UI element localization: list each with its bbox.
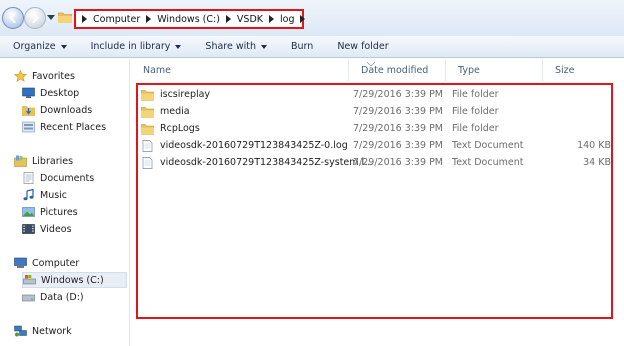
column-header-date-modified[interactable]: Date modified: [349, 59, 446, 81]
text-document-icon: [142, 139, 153, 152]
file-date: 7/29/2016 3:39 PM: [353, 89, 444, 100]
file-type: File folder: [452, 123, 499, 134]
back-arrow-icon: [8, 12, 16, 24]
file-row[interactable]: iscsireplay 7/29/2016 3:39 PM File folde…: [141, 86, 611, 103]
file-name: media: [160, 106, 190, 117]
nav-label: Windows (C:): [41, 274, 104, 286]
breadcrumb-computer[interactable]: Computer: [93, 14, 140, 25]
file-row[interactable]: videosdk-20160729T123843425Z-0.log 7/29/…: [141, 137, 611, 154]
nav-label: Computer: [32, 257, 80, 269]
column-header-type[interactable]: Type: [446, 59, 543, 81]
nav-label: Libraries: [32, 155, 74, 167]
chevron-down-icon: [175, 44, 182, 49]
nav-label: Downloads: [40, 104, 93, 116]
documents-icon: [23, 172, 34, 184]
file-date: 7/29/2016 3:39 PM: [353, 140, 444, 151]
file-type: Text Document: [452, 157, 524, 168]
file-name: videosdk-20160729T123843425Z-0.log: [160, 140, 348, 151]
file-type: Text Document: [452, 140, 524, 151]
drive-c-icon: [23, 275, 36, 285]
file-row[interactable]: videosdk-20160729T123843425Z-system.l...…: [141, 154, 611, 171]
pictures-icon: [22, 207, 35, 217]
share-with-label: Share with: [205, 41, 257, 52]
nav-label: Data (D:): [40, 291, 84, 303]
file-date: 7/29/2016 3:39 PM: [353, 157, 444, 168]
new-folder-button[interactable]: New folder: [337, 41, 388, 52]
file-date: 7/29/2016 3:39 PM: [353, 123, 444, 134]
file-date: 7/29/2016 3:39 PM: [353, 106, 444, 117]
nav-label: Network: [32, 325, 72, 337]
file-list-pane: Name Date modified Type Size iscsireplay…: [131, 59, 624, 346]
forward-arrow-icon: [32, 12, 40, 24]
address-bar-row: Computer Windows (C:) VSDK log: [0, 0, 624, 36]
libraries-icon: [14, 155, 27, 167]
nav-label: Recent Places: [40, 121, 107, 133]
forward-button[interactable]: [24, 7, 46, 29]
nav-network[interactable]: Network: [14, 323, 142, 339]
file-name: RcpLogs: [160, 123, 200, 134]
videos-icon: [22, 224, 35, 234]
file-size: 140 KB: [577, 140, 611, 151]
text-document-icon: [142, 156, 153, 169]
breadcrumb-chevron-icon[interactable]: [300, 15, 306, 23]
star-icon: [14, 70, 27, 82]
desktop-icon: [22, 87, 35, 98]
nav-label: Favorites: [32, 70, 75, 82]
file-name: videosdk-20160729T123843425Z-system.l...: [160, 157, 374, 168]
column-header-label: Size: [555, 64, 575, 76]
nav-label: Pictures: [40, 206, 78, 218]
folder-icon: [141, 123, 154, 135]
chevron-down-icon: [60, 44, 67, 49]
breadcrumb-windows-c[interactable]: Windows (C:): [157, 14, 220, 25]
breadcrumb-vsdk[interactable]: VSDK: [237, 14, 263, 25]
network-icon: [14, 325, 27, 337]
column-header-label: Name: [143, 64, 172, 76]
nav-favorites[interactable]: Favorites: [14, 68, 142, 84]
include-in-library-label: Include in library: [90, 41, 171, 52]
file-type: File folder: [452, 89, 499, 100]
chevron-down-icon: [261, 44, 268, 49]
column-header-name[interactable]: Name: [131, 59, 349, 81]
breadcrumb-chevron-icon[interactable]: [269, 15, 274, 23]
recent-pages-dropdown[interactable]: [47, 15, 55, 21]
drive-d-icon: [22, 294, 35, 302]
breadcrumb-chevron-icon[interactable]: [225, 15, 231, 23]
share-with-button[interactable]: Share with: [205, 41, 268, 52]
breadcrumb-log[interactable]: log: [280, 14, 294, 25]
folder-icon: [58, 12, 72, 23]
nav-label: Documents: [40, 172, 95, 184]
nav-label: Desktop: [40, 87, 80, 99]
include-in-library-button[interactable]: Include in library: [91, 41, 182, 52]
nav-computer[interactable]: Computer: [14, 255, 142, 271]
command-bar: Organize Include in library Share with B…: [0, 36, 624, 58]
recent-places-icon: [22, 121, 35, 133]
new-folder-label: New folder: [337, 41, 389, 52]
nav-label: Music: [40, 189, 68, 201]
column-header-size[interactable]: Size: [543, 59, 603, 81]
organize-button[interactable]: Organize: [13, 41, 67, 52]
file-row[interactable]: RcpLogs 7/29/2016 3:39 PM File folder: [141, 120, 611, 137]
computer-icon: [14, 257, 27, 268]
file-row[interactable]: media 7/29/2016 3:39 PM File folder: [141, 103, 611, 120]
column-header-label: Date modified: [361, 64, 429, 76]
breadcrumb-chevron-icon[interactable]: [146, 15, 152, 23]
navigation-pane: Favorites Desktop Downloads Recent Place…: [0, 59, 130, 346]
burn-label: Burn: [291, 41, 314, 52]
file-size: 34 KB: [583, 157, 611, 168]
nav-windows-c[interactable]: Windows (C:): [22, 272, 127, 288]
music-icon: [23, 189, 34, 201]
back-button[interactable]: [2, 7, 24, 29]
file-name: iscsireplay: [160, 89, 211, 100]
nav-libraries[interactable]: Libraries: [14, 153, 142, 169]
file-type: File folder: [452, 106, 499, 117]
column-header-label: Type: [458, 64, 480, 76]
burn-button[interactable]: Burn: [291, 41, 313, 52]
nav-label: Videos: [40, 223, 72, 235]
breadcrumb-chevron-icon[interactable]: [82, 15, 87, 23]
folder-icon: [141, 89, 154, 101]
downloads-icon: [22, 106, 35, 116]
address-field[interactable]: Computer Windows (C:) VSDK log: [74, 9, 306, 29]
folder-icon: [141, 106, 154, 118]
organize-label: Organize: [13, 41, 56, 52]
